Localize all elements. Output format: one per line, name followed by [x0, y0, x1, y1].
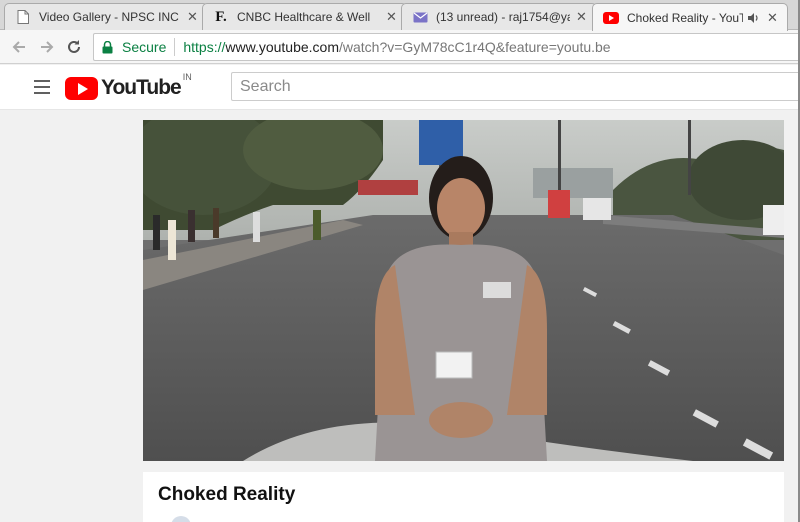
forbes-f-icon: F.: [215, 8, 227, 25]
video-info-panel: Choked Reality: [143, 472, 784, 522]
back-button[interactable]: [9, 37, 29, 57]
forward-arrow-icon: [41, 41, 54, 53]
video-title: Choked Reality: [158, 484, 296, 505]
channel-avatar[interactable]: [171, 516, 191, 522]
document-icon: [15, 9, 31, 25]
mail-icon: [412, 9, 428, 25]
video-frame-image: [143, 120, 784, 461]
url-scheme: https://: [183, 39, 226, 55]
tab-title: Choked Reality - YouT: [627, 10, 743, 25]
tab-title: CNBC Healthcare & Well: [237, 10, 371, 24]
reload-icon: [68, 40, 80, 53]
divider: [174, 38, 176, 56]
hamburger-menu-icon[interactable]: [34, 80, 50, 94]
watch-page: Choked Reality: [0, 110, 800, 522]
reload-button[interactable]: [64, 37, 84, 57]
youtube-masthead: YouTube IN: [0, 65, 800, 110]
search-box[interactable]: [231, 72, 800, 101]
url-path: /watch?v=GyM78cC1r4Q&feature=youtu.be: [339, 39, 611, 55]
tab-title: Video Gallery - NPSC INC: [39, 10, 179, 24]
close-icon[interactable]: ✕: [767, 11, 779, 24]
tab-cnbc-healthcare[interactable]: F. CNBC Healthcare & Well ✕: [202, 3, 407, 30]
close-icon[interactable]: ✕: [576, 10, 588, 23]
region-code: IN: [182, 72, 192, 82]
secure-label: Secure: [122, 39, 167, 55]
search-input[interactable]: [240, 77, 800, 96]
tab-choked-reality[interactable]: Choked Reality - YouT ✕: [592, 3, 788, 31]
tab-video-gallery[interactable]: Video Gallery - NPSC INC ✕: [4, 3, 208, 30]
browser-tab-strip: Video Gallery - NPSC INC ✕ F. CNBC Healt…: [0, 0, 800, 31]
browser-toolbar: Secure https:// www.youtube.com /watch?v…: [0, 30, 800, 64]
back-arrow-icon: [12, 41, 25, 53]
youtube-icon: [603, 10, 619, 26]
address-bar[interactable]: Secure https:// www.youtube.com /watch?v…: [93, 33, 800, 61]
tab-mail[interactable]: (13 unread) - raj1754@ya ✕: [401, 3, 597, 30]
tab-title: (13 unread) - raj1754@ya: [436, 10, 570, 24]
logo-wordmark: YouTube: [101, 76, 182, 99]
video-player[interactable]: [143, 120, 784, 461]
forward-button[interactable]: [37, 37, 57, 57]
close-icon[interactable]: ✕: [187, 10, 199, 23]
url-host: www.youtube.com: [225, 39, 339, 55]
lock-icon: [102, 40, 116, 54]
youtube-play-icon: [65, 76, 98, 100]
youtube-logo[interactable]: YouTube IN: [65, 72, 192, 100]
speaker-icon[interactable]: [747, 12, 761, 24]
close-icon[interactable]: ✕: [386, 10, 398, 23]
